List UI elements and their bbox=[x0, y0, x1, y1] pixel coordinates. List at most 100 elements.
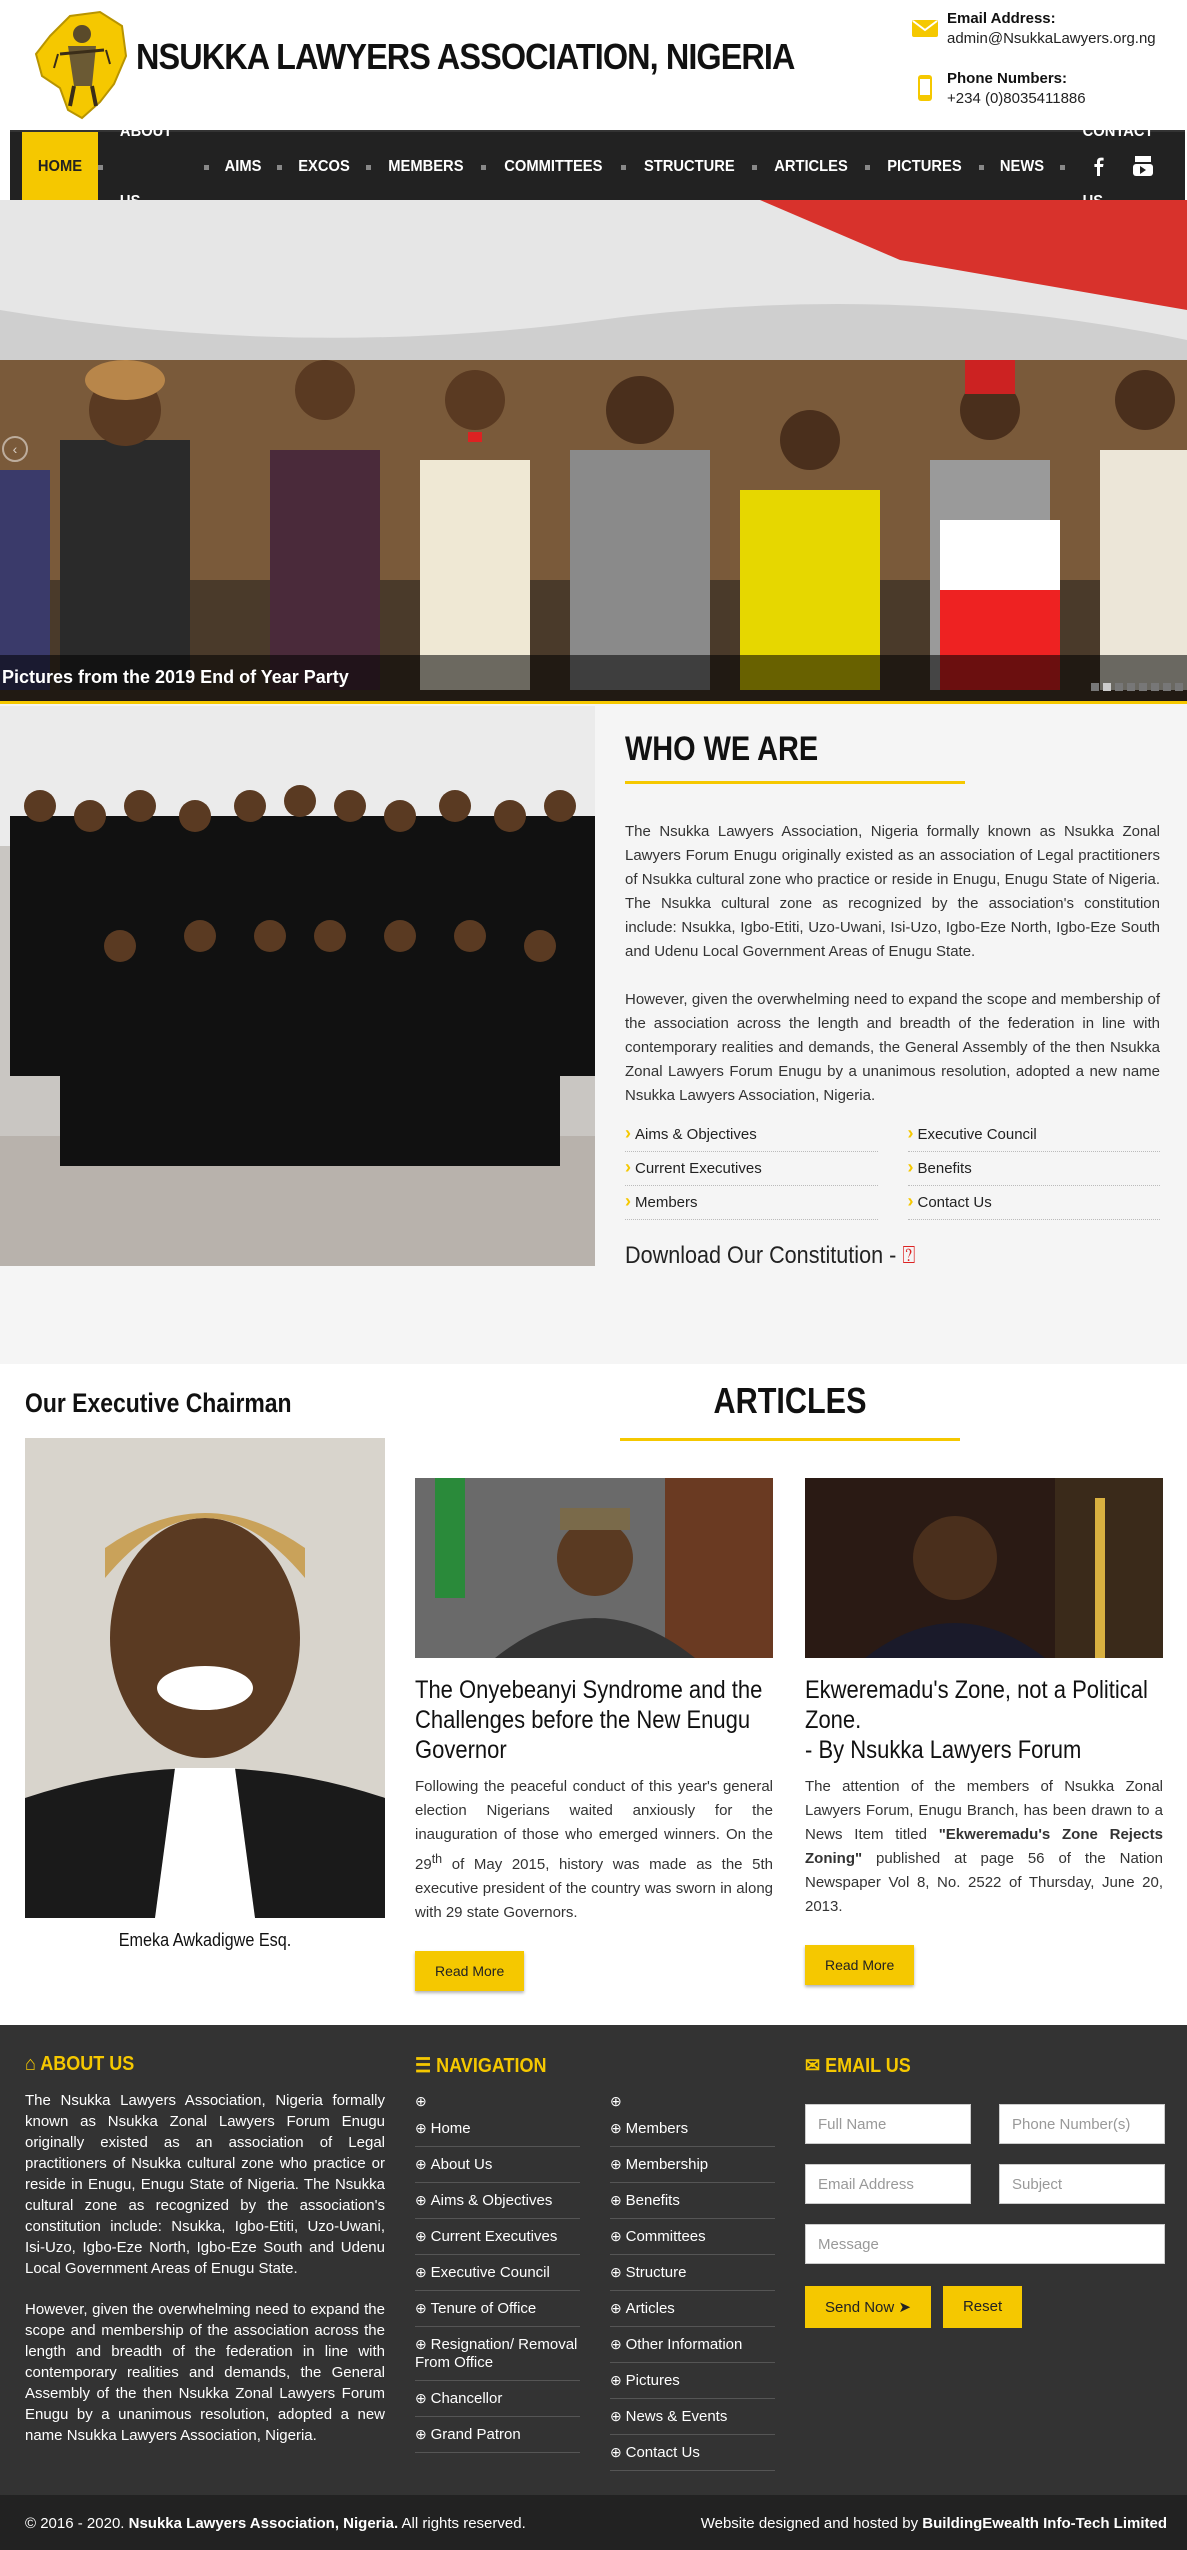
nav-link[interactable]: PICTURES bbox=[875, 132, 975, 202]
who-heading: WHO WE ARE bbox=[625, 730, 819, 768]
nav-link[interactable]: ARTICLES bbox=[762, 132, 861, 202]
nav-item[interactable]: STRUCTURE bbox=[626, 132, 753, 202]
slider-dot[interactable] bbox=[1115, 683, 1123, 691]
group-photo bbox=[0, 706, 595, 1266]
who-link[interactable]: Benefits bbox=[907, 1152, 1160, 1186]
nav-item[interactable]: ARTICLES bbox=[757, 132, 865, 202]
article-2-title[interactable]: Ekweremadu's Zone, not a Political Zone.… bbox=[805, 1675, 1161, 1765]
chairman-photo bbox=[25, 1438, 385, 1918]
nav-link[interactable]: EXCOS bbox=[286, 132, 363, 202]
reset-button[interactable]: Reset bbox=[942, 2286, 1023, 2328]
nav-item[interactable]: HOME bbox=[22, 132, 98, 202]
who-link[interactable]: Contact Us bbox=[907, 1186, 1160, 1220]
nav-link[interactable]: COMMITTEES bbox=[492, 132, 616, 202]
article-2-subtitle: - By Nsukka Lawyers Forum bbox=[805, 1736, 1082, 1764]
heading-underline bbox=[625, 781, 965, 784]
footer-nav-link[interactable]: Articles bbox=[610, 2291, 775, 2327]
footer-nav-link[interactable]: Contact Us bbox=[610, 2435, 775, 2471]
footer-nav-link[interactable]: Pictures bbox=[610, 2363, 775, 2399]
download-constitution-link[interactable]: Download Our Constitution - ⍰ bbox=[625, 1242, 1107, 1270]
footer-nav-link[interactable]: Grand Patron bbox=[415, 2417, 580, 2453]
article-1-photo[interactable] bbox=[415, 1478, 773, 1658]
who-link[interactable]: Executive Council bbox=[907, 1118, 1160, 1152]
footer-nav-link[interactable]: Structure bbox=[610, 2255, 775, 2291]
who-link[interactable]: Aims & Objectives bbox=[625, 1118, 878, 1152]
article-1-read-more-button[interactable]: Read More bbox=[415, 1951, 525, 1991]
slider-dot[interactable] bbox=[1127, 683, 1135, 691]
nav-link[interactable]: AIMS bbox=[212, 132, 275, 202]
slider-dot[interactable] bbox=[1139, 683, 1147, 691]
footer-nav-link[interactable]: Membership bbox=[610, 2147, 775, 2183]
slider-dot[interactable] bbox=[1151, 683, 1159, 691]
articles-heading-underline bbox=[620, 1438, 960, 1441]
copyright-text: © 2016 - 2020. Nsukka Lawyers Associatio… bbox=[25, 2515, 526, 2532]
article-2-read-more-button[interactable]: Read More bbox=[805, 1945, 915, 1985]
footer-nav-link[interactable]: Other Information bbox=[610, 2327, 775, 2363]
footer-nav-link[interactable]: Members bbox=[610, 2111, 775, 2147]
email-contact: Email Address: admin@NsukkaLawyers.org.n… bbox=[897, 10, 1167, 70]
footer-nav-link[interactable]: Benefits bbox=[610, 2183, 775, 2219]
download-label: Download Our Constitution - bbox=[625, 1242, 897, 1269]
footer-email-heading: ✉ EMAIL US bbox=[805, 2055, 911, 2077]
nav-item[interactable]: NEWS bbox=[984, 132, 1060, 202]
nav-list: HOMEABOUT USAIMSEXCOSMEMBERSCOMMITTEESST… bbox=[22, 123, 1185, 210]
slide-photo bbox=[0, 200, 1187, 701]
nav-item[interactable]: AIMS bbox=[209, 132, 277, 202]
who-link[interactable]: Current Executives bbox=[625, 1152, 878, 1186]
slide-caption: Pictures from the 2019 End of Year Party bbox=[2, 667, 349, 687]
email-input[interactable]: Email Address bbox=[805, 2164, 971, 2204]
who-link[interactable]: Members bbox=[625, 1186, 878, 1220]
nav-link[interactable]: MEMBERS bbox=[376, 132, 477, 202]
subject-input[interactable]: Subject bbox=[999, 2164, 1165, 2204]
facebook-icon[interactable] bbox=[1087, 154, 1111, 178]
nav-item[interactable]: COMMITTEES bbox=[486, 132, 621, 202]
article-card-1: The Onyebeanyi Syndrome and the Challeng… bbox=[415, 1478, 773, 1991]
message-textarea[interactable]: Message bbox=[805, 2224, 1165, 2264]
footer-nav-link[interactable]: Aims & Objectives bbox=[415, 2183, 580, 2219]
hero-slider[interactable]: ‹ Pictures from the 2019 End of Year Par… bbox=[0, 200, 1187, 704]
articles-heading: ARTICLES bbox=[713, 1380, 867, 1421]
nav-item[interactable]: EXCOS bbox=[282, 132, 366, 202]
nav-item[interactable]: PICTURES bbox=[870, 132, 979, 202]
full-name-input[interactable]: Full Name bbox=[805, 2104, 971, 2144]
slider-dot[interactable] bbox=[1163, 683, 1171, 691]
nav-item[interactable]: MEMBERS bbox=[371, 132, 481, 202]
footer-nav-link[interactable]: Executive Council bbox=[415, 2255, 580, 2291]
slider-dot[interactable] bbox=[1175, 683, 1183, 691]
article-2-photo[interactable] bbox=[805, 1478, 1163, 1658]
phone-input[interactable]: Phone Number(s) bbox=[999, 2104, 1165, 2144]
envelope-icon bbox=[912, 20, 938, 37]
footer-nav-link[interactable]: Committees bbox=[610, 2219, 775, 2255]
footer-nav-link[interactable]: About Us bbox=[415, 2147, 580, 2183]
footer-nav-heading: ☰ NAVIGATION bbox=[415, 2055, 547, 2077]
form-buttons: Send Now ➤ Reset bbox=[805, 2286, 1165, 2328]
slider-dot[interactable] bbox=[1091, 683, 1099, 691]
who-paragraph-2: However, given the overwhelming need to … bbox=[625, 991, 1160, 1104]
footer-about-paragraph-1: The Nsukka Lawyers Association, Nigeria … bbox=[25, 2092, 385, 2277]
menu-bars-icon: ☰ bbox=[415, 2055, 437, 2077]
article-1-title[interactable]: The Onyebeanyi Syndrome and the Challeng… bbox=[415, 1675, 771, 1765]
send-now-button[interactable]: Send Now ➤ bbox=[805, 2286, 931, 2328]
nav-link[interactable]: HOME bbox=[25, 132, 95, 202]
who-we-are-section: WHO WE ARE The Nsukka Lawyers Associatio… bbox=[0, 704, 1187, 1364]
nav-link[interactable]: STRUCTURE bbox=[631, 132, 748, 202]
nav-item[interactable]: ABOUT US bbox=[103, 123, 204, 210]
footer-nav-link[interactable]: Resignation/ Removal From Office bbox=[415, 2327, 580, 2381]
footer-nav-right: MembersMembershipBenefitsCommitteesStruc… bbox=[610, 2092, 775, 2471]
home-icon: ⌂ bbox=[25, 2053, 41, 2075]
slider-prev-arrow[interactable]: ‹ bbox=[2, 436, 28, 462]
footer-nav-link[interactable]: Current Executives bbox=[415, 2219, 580, 2255]
footer-nav-link[interactable]: Tenure of Office bbox=[415, 2291, 580, 2327]
footer-about: ⌂ ABOUT US The Nsukka Lawyers Associatio… bbox=[25, 2053, 385, 2446]
footer-nav-link[interactable]: Home bbox=[415, 2111, 580, 2147]
site-title: NSUKKA LAWYERS ASSOCIATION, NIGERIA bbox=[136, 36, 795, 77]
slider-dot[interactable] bbox=[1103, 683, 1111, 691]
footer-nav-link[interactable]: Chancellor bbox=[415, 2381, 580, 2417]
credit-link[interactable]: BuildingEwealth Info-Tech Limited bbox=[922, 2515, 1167, 2532]
email-value[interactable]: admin@NsukkaLawyers.org.ng bbox=[947, 30, 1167, 47]
youtube-icon[interactable] bbox=[1131, 154, 1155, 178]
site-footer: ⌂ ABOUT US The Nsukka Lawyers Associatio… bbox=[0, 2025, 1187, 2495]
nav-link[interactable]: NEWS bbox=[987, 132, 1057, 202]
contact-form: Full Name Phone Number(s) Email Address … bbox=[805, 2104, 1165, 2264]
footer-nav-link[interactable]: News & Events bbox=[610, 2399, 775, 2435]
